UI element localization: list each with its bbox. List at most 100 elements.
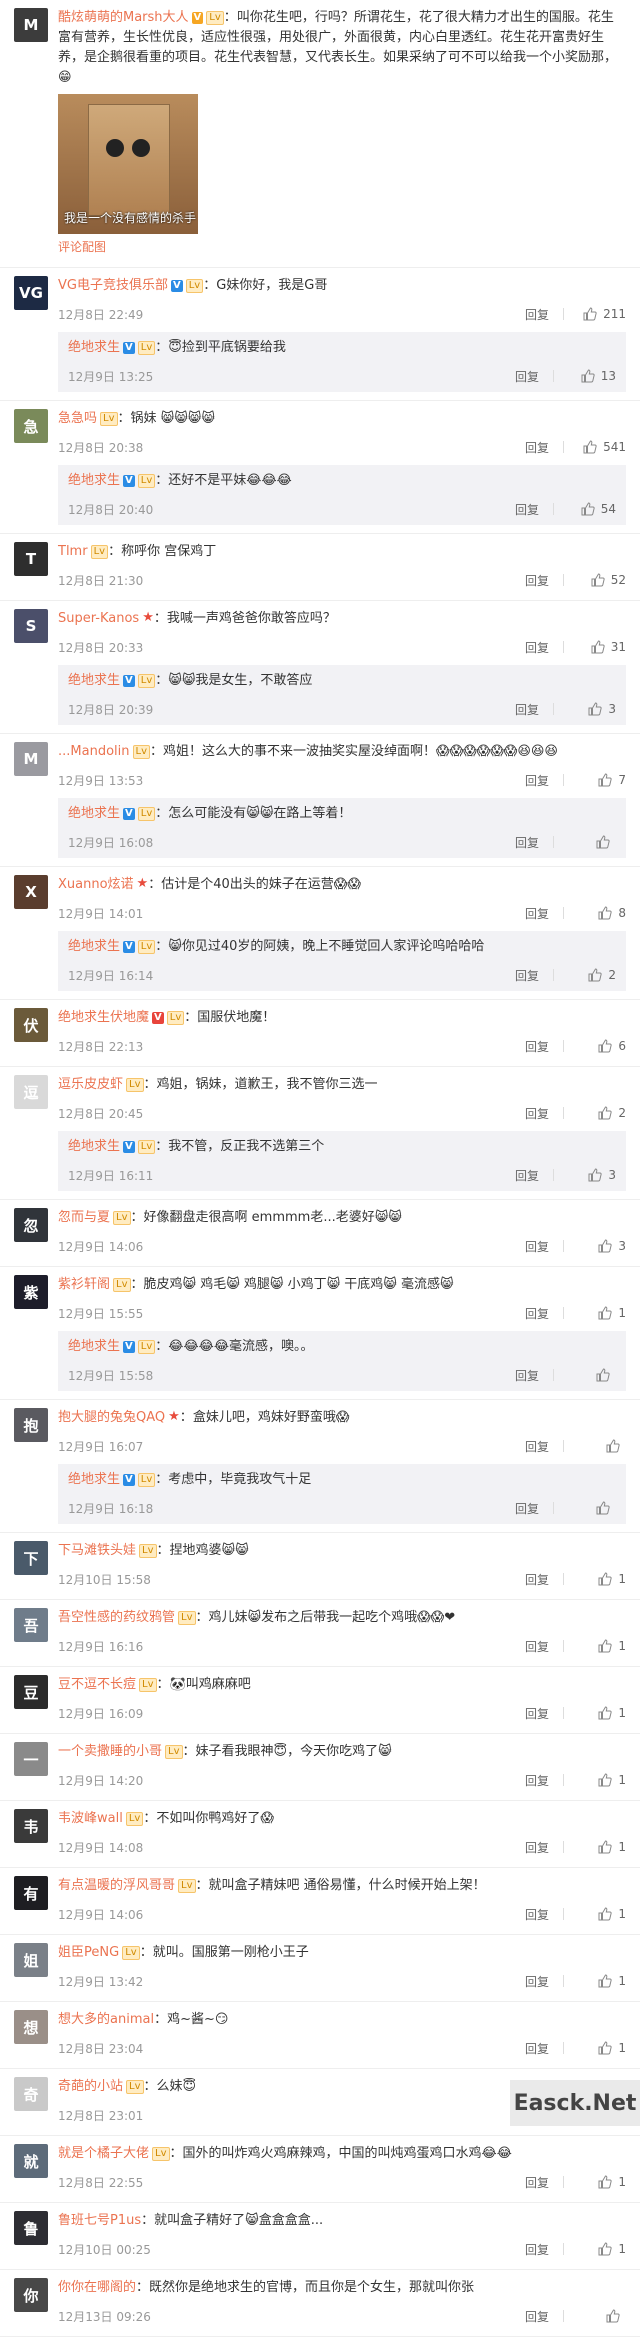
username-link[interactable]: 一个卖撒睡的小哥 (58, 1744, 162, 1759)
username-link[interactable]: 有点温暖的浮风哥哥 (58, 1878, 175, 1893)
reply-button[interactable]: 回复 (515, 701, 539, 718)
like-button[interactable]: 2 (576, 1106, 626, 1120)
username-link[interactable]: 绝地求生 (68, 806, 120, 821)
like-button[interactable]: 1 (576, 1639, 626, 1653)
reply-button[interactable]: 回复 (525, 1906, 549, 1923)
like-button[interactable]: 1 (576, 1773, 626, 1787)
like-button[interactable]: 3 (576, 1239, 626, 1253)
username-link[interactable]: 吾空性感的药纹鸦管 (58, 1610, 175, 1625)
username-link[interactable]: 奇葩的小站 (58, 2079, 123, 2094)
reply-button[interactable]: 回复 (525, 905, 549, 922)
reply-button[interactable]: 回复 (515, 834, 539, 851)
username-link[interactable]: Super-Kanos (58, 611, 139, 626)
reply-button[interactable]: 回复 (515, 501, 539, 518)
username-link[interactable]: 豆不逗不长痘 (58, 1677, 136, 1692)
username-link[interactable]: 急急吗 (58, 411, 97, 426)
username-link[interactable]: 逗乐皮皮虾 (58, 1077, 123, 1092)
username-link[interactable]: 酷炫萌萌的Marsh大人 (58, 10, 189, 25)
avatar[interactable]: T (14, 542, 48, 576)
username-link[interactable]: 紫衫轩阁 (58, 1277, 110, 1292)
reply-button[interactable]: 回复 (525, 2308, 549, 2325)
reply-button[interactable]: 回复 (525, 1571, 549, 1588)
username-link[interactable]: Xuanno炫诺 (58, 877, 134, 892)
username-link[interactable]: 绝地求生 (68, 1339, 120, 1354)
like-button[interactable] (576, 2309, 626, 2323)
avatar[interactable]: M (14, 8, 48, 42)
avatar[interactable]: 急 (14, 409, 48, 443)
reply-button[interactable]: 回复 (525, 1772, 549, 1789)
avatar[interactable]: 有 (14, 1876, 48, 1910)
reply-button[interactable]: 回复 (525, 2241, 549, 2258)
avatar[interactable]: M (14, 742, 48, 776)
like-button[interactable]: 54 (566, 502, 616, 516)
avatar[interactable]: 下 (14, 1541, 48, 1575)
like-button[interactable]: 1 (576, 1974, 626, 1988)
reply-button[interactable]: 回复 (525, 772, 549, 789)
avatar[interactable]: 韦 (14, 1809, 48, 1843)
view-pic-link[interactable]: 评论配图 (58, 238, 626, 255)
reply-button[interactable]: 回复 (515, 967, 539, 984)
username-link[interactable]: 绝地求生 (68, 673, 120, 688)
username-link[interactable]: VG电子竞技俱乐部 (58, 278, 168, 293)
reply-button[interactable]: 回复 (525, 639, 549, 656)
username-link[interactable]: 绝地求生 (68, 939, 120, 954)
like-button[interactable]: 1 (576, 1840, 626, 1854)
like-button[interactable] (566, 835, 616, 849)
username-link[interactable]: 绝地求生 (68, 473, 120, 488)
reply-button[interactable]: 回复 (515, 368, 539, 385)
reply-button[interactable]: 回复 (525, 2040, 549, 2057)
username-link[interactable]: 鲁班七号P1us (58, 2213, 141, 2228)
like-button[interactable]: 1 (576, 1572, 626, 1586)
like-button[interactable]: 6 (576, 1039, 626, 1053)
like-button[interactable]: 31 (576, 640, 626, 654)
like-button[interactable]: 7 (576, 773, 626, 787)
username-link[interactable]: 绝地求生 (68, 1472, 120, 1487)
like-button[interactable]: 541 (576, 440, 626, 454)
reply-button[interactable]: 回复 (515, 1367, 539, 1384)
avatar[interactable]: 豆 (14, 1675, 48, 1709)
avatar[interactable]: 就 (14, 2144, 48, 2178)
like-button[interactable]: 1 (576, 1306, 626, 1320)
like-button[interactable]: 2 (566, 968, 616, 982)
reply-button[interactable]: 回复 (525, 1438, 549, 1455)
like-button[interactable]: 3 (566, 702, 616, 716)
avatar[interactable]: VG (14, 276, 48, 310)
like-button[interactable]: 1 (576, 1706, 626, 1720)
reply-button[interactable]: 回复 (525, 1238, 549, 1255)
username-link[interactable]: 绝地求生 (68, 1139, 120, 1154)
reply-button[interactable]: 回复 (525, 439, 549, 456)
reply-button[interactable]: 回复 (525, 1973, 549, 1990)
username-link[interactable]: 就是个橘子大佬 (58, 2146, 149, 2161)
avatar[interactable]: 紫 (14, 1275, 48, 1309)
avatar[interactable]: 逗 (14, 1075, 48, 1109)
like-button[interactable]: 1 (576, 2175, 626, 2189)
avatar[interactable]: 忽 (14, 1208, 48, 1242)
reply-button[interactable]: 回复 (525, 1638, 549, 1655)
like-button[interactable] (566, 1368, 616, 1382)
like-button[interactable]: 1 (576, 2041, 626, 2055)
like-button[interactable]: 1 (576, 1907, 626, 1921)
avatar[interactable]: 想 (14, 2010, 48, 2044)
username-link[interactable]: 忽而与夏 (58, 1210, 110, 1225)
avatar[interactable]: 姐 (14, 1943, 48, 1977)
username-link[interactable]: ...Mandolin (58, 744, 130, 759)
reply-button[interactable]: 回复 (525, 1839, 549, 1856)
username-link[interactable]: 韦波峰wall (58, 1811, 123, 1826)
avatar[interactable]: S (14, 609, 48, 643)
reply-button[interactable]: 回复 (525, 2174, 549, 2191)
username-link[interactable]: 绝地求生 (68, 340, 120, 355)
reply-button[interactable]: 回复 (525, 1105, 549, 1122)
comment-photo[interactable]: 我是一个没有感情的杀手 (58, 94, 198, 234)
username-link[interactable]: 想大多的animal (58, 2012, 154, 2027)
like-button[interactable]: 52 (576, 573, 626, 587)
avatar[interactable]: X (14, 875, 48, 909)
reply-button[interactable]: 回复 (515, 1500, 539, 1517)
avatar[interactable]: 奇 (14, 2077, 48, 2111)
like-button[interactable]: 211 (576, 307, 626, 321)
avatar[interactable]: 抱 (14, 1408, 48, 1442)
avatar[interactable]: 鲁 (14, 2211, 48, 2245)
reply-button[interactable]: 回复 (525, 1705, 549, 1722)
reply-button[interactable]: 回复 (525, 1305, 549, 1322)
reply-button[interactable]: 回复 (525, 572, 549, 589)
like-button[interactable]: 3 (566, 1168, 616, 1182)
